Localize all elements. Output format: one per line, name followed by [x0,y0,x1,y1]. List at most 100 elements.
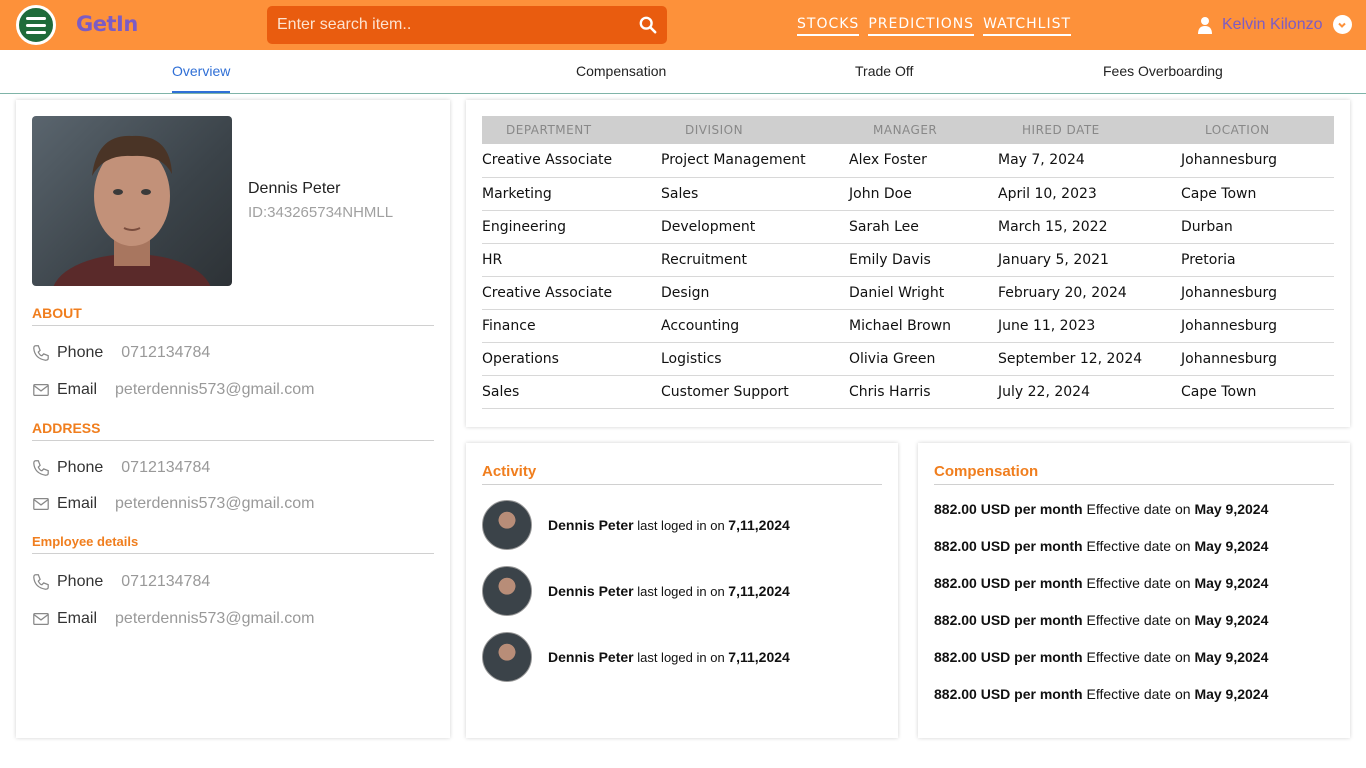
phone-icon [33,460,49,476]
menu-bar-icon [26,16,46,20]
avatar [482,566,532,616]
cell-division: Customer Support [661,375,849,409]
user-menu[interactable]: Kelvin Kilonzo [1198,15,1352,34]
nav-stocks[interactable]: STOCKS [797,16,860,36]
cell-division: Development [661,210,849,244]
compensation-title: Compensation [934,463,1334,485]
employment-table-card: DEPARTMENT DIVISION MANAGER HIRED DATE L… [466,100,1350,427]
email-value[interactable]: peterdennis573@gmail.com [115,610,314,628]
compensation-date: May 9,2024 [1194,649,1269,665]
cell-division: Project Management [661,144,849,178]
compensation-item: 882.00 USD per month Effective date on M… [934,612,1268,628]
compensation-item: 882.00 USD per month Effective date on M… [934,649,1268,665]
table-row[interactable]: Sales Customer Support Chris Harris July 22… [482,375,1334,409]
table-row[interactable]: HR Recruitment Emily Davis January 5, 2021 P… [482,243,1334,277]
email-icon [33,383,49,397]
cell-hired-date: March 15, 2022 [998,210,1181,244]
cell-hired-date: July 22, 2024 [998,375,1181,409]
email-icon [33,497,49,511]
menu-button[interactable] [16,5,56,45]
cell-location: Johannesburg [1181,276,1334,310]
phone-value[interactable]: 0712134784 [121,573,210,591]
cell-manager: Chris Harris [849,375,998,409]
compensation-item: 882.00 USD per month Effective date on M… [934,538,1268,554]
table-row[interactable]: Operations Logistics Olivia Green September… [482,342,1334,376]
profile-name: Dennis Peter [248,180,341,197]
tab-bar: Overview Compensation Trade Off Fees Ove… [0,50,1366,94]
search-input[interactable] [277,6,627,44]
compensation-item: 882.00 USD per month Effective date on M… [934,686,1268,702]
activity-date: 7,11,2024 [728,517,790,533]
cell-hired-date: February 20, 2024 [998,276,1181,310]
column-header[interactable]: DIVISION [661,116,849,144]
table-row[interactable]: Creative Associate Design Daniel Wright Feb… [482,276,1334,310]
phone-value[interactable]: 0712134784 [121,344,210,362]
cell-hired-date: May 7, 2024 [998,144,1181,178]
user-icon [1198,16,1212,34]
email-value[interactable]: peterdennis573@gmail.com [115,495,314,513]
activity-text: Dennis Peter last loged in on 7,11,2024 [548,583,790,599]
activity-item: Dennis Peter last loged in on 7,11,2024 [482,566,790,616]
column-header[interactable]: LOCATION [1181,116,1334,144]
activity-user: Dennis Peter [548,517,634,533]
brand-logo[interactable]: GetIn [76,12,138,36]
tab-compensation[interactable]: Compensation [576,63,666,91]
compensation-item: 882.00 USD per month Effective date on M… [934,575,1268,591]
activity-message: last loged in on [637,518,725,533]
menu-bar-icon [26,23,46,27]
cell-hired-date: September 12, 2024 [998,342,1181,376]
cell-location: Durban [1181,210,1334,244]
compensation-label: Effective date on [1086,538,1191,554]
tab-overview[interactable]: Overview [172,63,231,93]
chevron-down-icon[interactable] [1332,15,1352,34]
activity-item: Dennis Peter last loged in on 7,11,2024 [482,632,790,682]
section-address-title: ADDRESS [32,420,434,441]
cell-hired-date: April 10, 2023 [998,177,1181,211]
cell-division: Accounting [661,309,849,343]
compensation-label: Effective date on [1086,575,1191,591]
phone-label: Phone [57,459,104,476]
table-row[interactable]: Marketing Sales John Doe April 10, 2023 Cape… [482,177,1334,211]
activity-message: last loged in on [637,584,725,599]
address-email-row: Email peterdennis573@gmail.com [32,495,314,513]
cell-location: Pretoria [1181,243,1334,277]
email-value[interactable]: peterdennis573@gmail.com [115,381,314,399]
top-nav: STOCKS PREDICTIONS WATCHLIST [797,16,1072,36]
section-about-title: ABOUT [32,305,434,326]
column-header[interactable]: HIRED DATE [998,116,1181,144]
cell-department: Engineering [482,210,661,244]
activity-title: Activity [482,463,882,485]
email-label: Email [57,610,98,627]
employment-table: DEPARTMENT DIVISION MANAGER HIRED DATE L… [482,116,1334,409]
table-row[interactable]: Creative Associate Project Management Alex… [482,144,1334,178]
nav-predictions[interactable]: PREDICTIONS [868,16,975,36]
cell-manager: Emily Davis [849,243,998,277]
about-phone-row: Phone 0712134784 [32,344,210,362]
activity-user: Dennis Peter [548,583,634,599]
tab-trade-off[interactable]: Trade Off [855,63,913,91]
activity-date: 7,11,2024 [728,583,790,599]
table-row[interactable]: Engineering Development Sarah Lee March 15,… [482,210,1334,244]
table-header-row: DEPARTMENT DIVISION MANAGER HIRED DATE L… [482,116,1334,144]
employee-phone-row: Phone 0712134784 [32,573,210,591]
column-header[interactable]: DEPARTMENT [482,116,661,144]
avatar [482,632,532,682]
email-label: Email [57,495,98,512]
user-name[interactable]: Kelvin Kilonzo [1222,16,1323,34]
cell-location: Cape Town [1181,375,1334,409]
tab-fees-overboarding[interactable]: Fees Overboarding [1103,63,1223,91]
activity-card: Activity Dennis Peter last loged in on 7… [466,443,898,738]
cell-department: Marketing [482,177,661,211]
table-row[interactable]: Finance Accounting Michael Brown June 11, 2… [482,309,1334,343]
activity-user: Dennis Peter [548,649,634,665]
column-header[interactable]: MANAGER [849,116,998,144]
cell-manager: Daniel Wright [849,276,998,310]
compensation-label: Effective date on [1086,612,1191,628]
phone-value[interactable]: 0712134784 [121,459,210,477]
compensation-amount: 882.00 USD per month [934,575,1083,591]
compensation-item: 882.00 USD per month Effective date on M… [934,501,1268,517]
activity-item: Dennis Peter last loged in on 7,11,2024 [482,500,790,550]
top-bar: GetIn STOCKS PREDICTIONS WATCHLIST Kelvi… [0,0,1366,50]
nav-watchlist[interactable]: WATCHLIST [983,16,1072,36]
search-icon[interactable] [639,16,657,34]
